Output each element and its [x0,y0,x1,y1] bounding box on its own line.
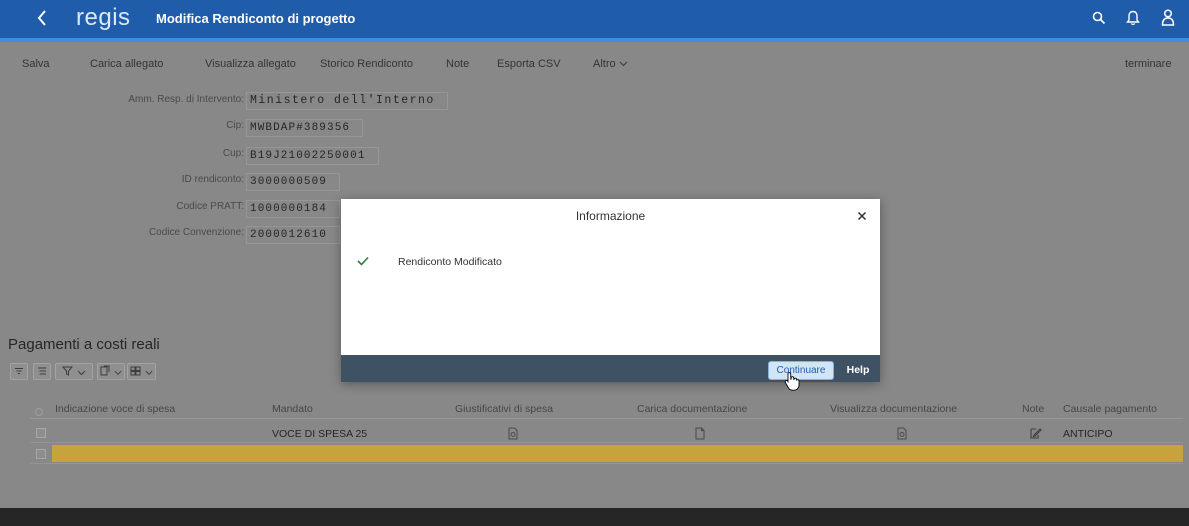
search-button[interactable] [1088,9,1110,29]
field-label-cup: Cup: [222,148,244,159]
save-button[interactable]: Salva [22,57,50,71]
save-label: Salva [22,58,50,70]
notes-label: Note [446,58,470,70]
continue-button[interactable]: Continuare [768,361,834,380]
column-header-receipts[interactable]: Giustificativi di spesa [455,402,553,416]
field-label-report-id: ID rendiconto: [181,174,244,185]
row-checkbox[interactable] [36,449,46,459]
table-header: Indicazione voce di spesa Mandato Giusti… [30,400,1183,419]
select-all-icon[interactable] [34,404,44,422]
view-receipts-icon[interactable] [506,426,520,440]
report-history-button[interactable]: Storico Rendiconto [320,57,413,71]
chevron-left-icon [36,9,48,30]
sort-icon [14,364,24,379]
field-value-administration: Ministero dell'Interno [246,92,448,110]
more-menu-button[interactable]: Altro [593,57,628,71]
field-value-convention-code: 2000012610 [246,226,341,244]
checkmark-icon [356,254,370,268]
field-value-cup: B19J21002250001 [246,147,379,165]
chevron-down-icon [145,364,153,379]
dialog-message: Rendiconto Modificato [398,256,502,268]
dialog-title: Informazione [575,209,646,223]
column-header-expense-item[interactable]: Indicazione voce di spesa [55,402,175,416]
export-icon [100,364,110,379]
row-mandate: VOCE DI SPESA 25 [272,428,368,440]
chevron-down-icon [77,364,86,379]
field-value-cip: MWBDAP#389356 [246,119,364,137]
field-label-cip: Cip: [226,120,244,131]
help-button[interactable]: Help [844,361,872,380]
exit-label: terminare [1125,58,1172,70]
bell-icon [1126,10,1140,29]
group-button[interactable] [33,363,51,380]
group-icon [37,364,47,379]
regis-logo[interactable]: regis [76,4,131,32]
exit-button[interactable]: terminare [1125,57,1171,71]
column-header-upload-docs[interactable]: Carica documentazione [637,402,747,416]
view-attachment-button[interactable]: Visualizza allegato [205,57,296,71]
filter-icon [61,364,74,379]
report-history-label: Storico Rendiconto [320,58,413,70]
info-dialog: Informazione Rendiconto Modificato Conti… [341,199,880,382]
table-row[interactable]: VOCE DI SPESA 25 ANTICIPO [30,424,1183,443]
back-button[interactable] [32,8,52,30]
section-title: Pagamenti a costi reali [8,336,160,353]
column-header-notes[interactable]: Note [1022,402,1044,416]
close-icon [857,209,867,224]
chevron-down-icon [619,57,628,71]
upload-document-icon[interactable] [693,426,707,440]
notifications-button[interactable] [1122,9,1144,29]
view-document-icon[interactable] [895,426,909,440]
row-payment-reason: ANTICIPO [1063,428,1113,440]
close-button[interactable] [852,207,872,225]
export-csv-label: Esporta CSV [497,58,561,70]
column-header-mandate[interactable]: Mandato [272,402,313,416]
export-csv-button[interactable]: Esporta CSV [497,57,561,71]
field-label-pratt-code: Codice PRATT: [176,201,244,212]
more-menu-label: Altro [593,58,616,70]
field-value-report-id: 3000000509 [246,173,341,191]
field-label-convention-code: Codice Convenzione: [148,227,244,238]
chevron-down-icon [114,364,122,379]
upload-attachment-button[interactable]: Carica allegato [90,57,163,71]
user-button[interactable] [1157,9,1179,29]
export-button[interactable] [97,363,125,380]
edit-note-icon[interactable] [1028,426,1042,440]
table-settings-icon [130,364,141,379]
bottom-bar [0,508,1189,526]
column-header-payment-reason[interactable]: Causale pagamento [1063,402,1157,416]
user-icon [1161,9,1175,29]
field-label-administration: Amm. Resp. di Intervento: [128,94,244,105]
table-settings-button[interactable] [127,363,156,380]
column-header-view-docs[interactable]: Visualizza documentazione [830,402,957,416]
upload-attachment-label: Carica allegato [90,58,164,70]
field-value-pratt-code: 1000000184 [246,200,341,218]
table-row[interactable] [30,445,1183,464]
page-title: Modifica Rendiconto di progetto [156,11,356,26]
view-attachment-label: Visualizza allegato [205,58,296,70]
row-checkbox[interactable] [36,428,46,438]
filter-button[interactable] [55,363,93,380]
row-highlight[interactable] [52,445,1183,462]
sort-button[interactable] [10,363,28,380]
search-icon [1092,11,1106,28]
notes-button[interactable]: Note [446,57,469,71]
hand-cursor-icon [784,371,800,391]
